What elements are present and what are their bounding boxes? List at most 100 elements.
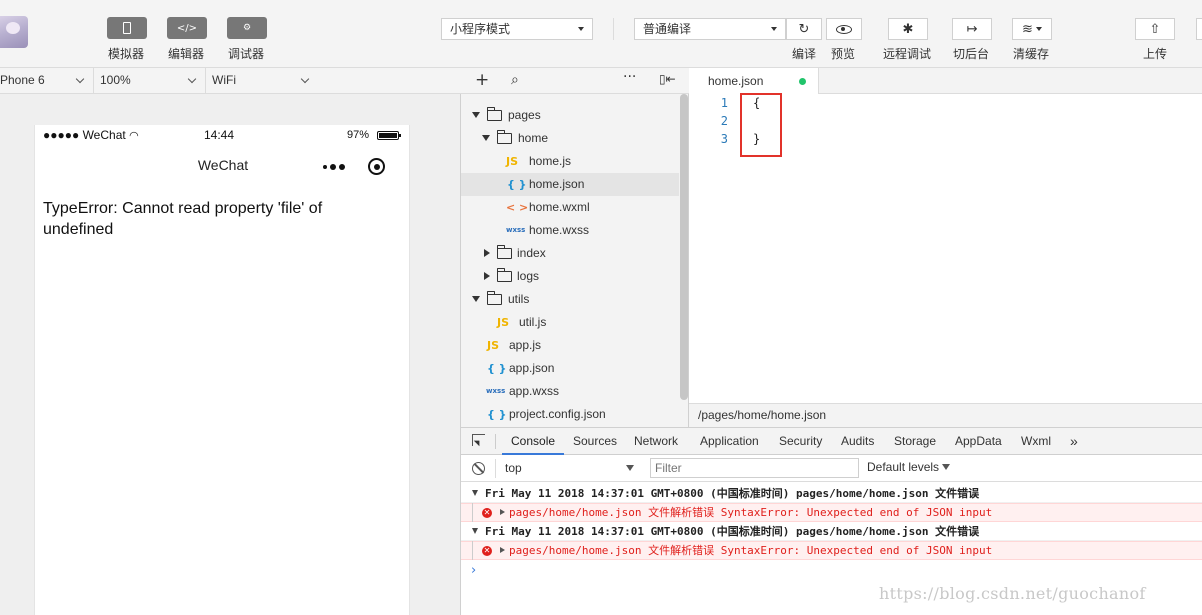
tab-audits[interactable]: Audits	[841, 428, 874, 455]
line-number: 1	[720, 96, 728, 110]
tree-folder-home[interactable]: home	[461, 127, 679, 150]
preview-label: 预览	[831, 47, 856, 61]
add-file-icon[interactable]: +	[475, 70, 489, 90]
debugger-label: 调试器	[228, 47, 265, 61]
tree-label: pages	[508, 108, 541, 122]
console-error-row[interactable]: ✕ pages/home/home.json 文件解析错误 SyntaxErro…	[461, 541, 1202, 560]
caret-down-icon	[1035, 27, 1042, 31]
tree-folder-logs[interactable]: logs	[461, 265, 679, 288]
more-button[interactable]	[1196, 18, 1202, 40]
file-tree-toolbar: + ⌕ ··· ▯⇤	[461, 68, 689, 94]
group-indent-line	[472, 503, 473, 522]
chevron-down-icon	[300, 74, 310, 84]
eye-icon	[836, 24, 852, 34]
mode-select[interactable]: 小程序模式	[441, 18, 593, 40]
tree-file-app-js[interactable]: JS app.js	[461, 334, 679, 357]
tab-console[interactable]: Console	[502, 428, 565, 455]
folder-icon	[496, 245, 512, 259]
code-icon: </>	[176, 22, 198, 34]
log-levels-value: Default levels	[867, 460, 940, 474]
tree-file-app-wxss[interactable]: wxss app.wxss	[461, 380, 679, 403]
folder-icon	[486, 291, 502, 305]
tab-wxml[interactable]: Wxml	[1021, 428, 1051, 455]
file-tree-scrollbar[interactable]	[680, 94, 688, 400]
compile-button[interactable]: ↻	[786, 18, 822, 40]
console-prompt[interactable]: ›	[471, 563, 476, 578]
devtools-tab-bar: Console Sources Network Application Secu…	[461, 428, 1202, 455]
phone-icon	[123, 22, 131, 34]
tree-label: home.wxss	[529, 223, 590, 237]
file-tree-panel: + ⌕ ··· ▯⇤ pages home JS home.js { } hom…	[461, 68, 689, 427]
remote-debug-label: 远程调试	[883, 47, 932, 61]
nav-title: WeChat	[197, 157, 249, 173]
tab-appdata[interactable]: AppData	[955, 428, 1002, 455]
page-error-message: TypeError: Cannot read property 'file' o…	[43, 200, 323, 238]
tree-folder-pages[interactable]: pages	[461, 104, 679, 127]
editor-toggle-button[interactable]: </>	[167, 17, 207, 39]
tree-file-home-wxss[interactable]: wxss home.wxss	[461, 219, 679, 242]
network-select[interactable]: WiFi	[206, 68, 318, 93]
tree-file-home-json[interactable]: { } home.json	[461, 173, 679, 196]
debugger-toggle-button[interactable]: ⚙	[227, 17, 267, 39]
console-error-row[interactable]: ✕ pages/home/home.json 文件解析错误 SyntaxErro…	[461, 503, 1202, 522]
caret-down-icon	[578, 27, 584, 31]
tab-overflow[interactable]: »	[1070, 428, 1078, 455]
preview-button[interactable]	[826, 18, 862, 40]
editor-label: 编辑器	[168, 47, 205, 61]
tab-divider	[495, 434, 496, 449]
tree-file-project-config[interactable]: { } project.config.json	[461, 403, 679, 426]
inspect-element-icon[interactable]	[472, 434, 485, 446]
tree-label: logs	[517, 269, 540, 283]
tree-folder-utils[interactable]: utils	[461, 288, 679, 311]
chevron-down-icon	[75, 74, 85, 84]
more-dots-icon[interactable]	[323, 164, 345, 170]
clear-console-icon[interactable]	[472, 462, 485, 475]
zoom-select[interactable]: 100%	[94, 68, 206, 93]
phone-screen[interactable]: ●●●●● WeChat ◠ 14:44 97% WeChat TypeErro…	[34, 125, 410, 615]
remote-debug-button[interactable]: ✱	[888, 18, 928, 40]
editor-tab-home-json[interactable]: home.json	[689, 68, 819, 94]
tab-network[interactable]: Network	[634, 428, 678, 455]
more-icon[interactable]: ···	[623, 69, 636, 85]
simulator-panel: ●●●●● WeChat ◠ 14:44 97% WeChat TypeErro…	[0, 94, 461, 615]
console-log-group[interactable]: Fri May 11 2018 14:37:01 GMT+0800 (中国标准时…	[461, 522, 1202, 541]
json-file-icon: { }	[487, 362, 507, 375]
caret-down-icon	[942, 464, 951, 470]
tab-application[interactable]: Application	[700, 428, 759, 455]
modified-dot-icon	[799, 78, 806, 85]
console-filter-input[interactable]	[650, 458, 859, 478]
tab-storage[interactable]: Storage	[894, 428, 936, 455]
log-levels-select[interactable]: Default levels	[867, 460, 951, 474]
collapsed-triangle-icon	[484, 249, 490, 257]
tree-file-home-wxml[interactable]: < > home.wxml	[461, 196, 679, 219]
compile-mode-select[interactable]: 普通编译	[634, 18, 786, 40]
tab-security[interactable]: Security	[779, 428, 822, 455]
user-avatar[interactable]	[0, 16, 28, 48]
device-select[interactable]: Phone 6	[0, 68, 94, 93]
search-icon[interactable]: ⌕	[511, 72, 519, 88]
simulator-toggle-button[interactable]	[107, 17, 147, 39]
status-battery-percent: 97%	[347, 129, 370, 141]
compile-label: 编译	[792, 47, 817, 61]
console-log-group[interactable]: Fri May 11 2018 14:37:01 GMT+0800 (中国标准时…	[461, 484, 1202, 503]
editor-tab-bar: home.json	[689, 68, 1202, 94]
tree-folder-index[interactable]: index	[461, 242, 679, 265]
close-capsule-icon[interactable]	[368, 158, 385, 175]
mode-select-value: 小程序模式	[450, 22, 511, 36]
tab-sources[interactable]: Sources	[573, 428, 617, 455]
tree-file-home-js[interactable]: JS home.js	[461, 150, 679, 173]
device-select-value: Phone 6	[0, 73, 45, 87]
editor-tab-label: home.json	[708, 74, 764, 88]
context-select[interactable]: top	[495, 459, 638, 478]
background-button[interactable]: ↦	[952, 18, 992, 40]
tree-file-app-json[interactable]: { } app.json	[461, 357, 679, 380]
expand-triangle-icon	[472, 112, 480, 118]
line-number: 3	[720, 132, 728, 146]
collapse-panel-icon[interactable]: ▯⇤	[659, 72, 676, 86]
clear-cache-button[interactable]: ≋	[1012, 18, 1052, 40]
folder-icon	[486, 107, 502, 121]
js-file-icon: JS	[506, 155, 519, 168]
tree-file-util-js[interactable]: JS util.js	[461, 311, 679, 334]
upload-button[interactable]: ⇧	[1135, 18, 1175, 40]
tree-label: app.js	[509, 338, 542, 352]
